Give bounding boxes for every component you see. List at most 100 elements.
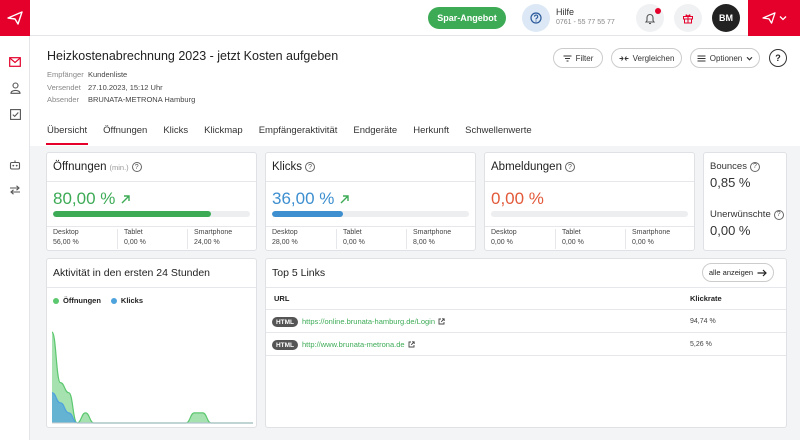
clicks-tablet: Tablet 0,00 %: [336, 229, 404, 249]
divider: [47, 226, 256, 227]
brand-menu-button[interactable]: [748, 0, 800, 36]
page-help-button[interactable]: ?: [769, 49, 787, 67]
help-button[interactable]: [522, 4, 550, 32]
divider: [266, 226, 475, 227]
help-contact[interactable]: Hilfe 0761 - 55 77 55 77: [556, 7, 615, 26]
link-url-text: http://www.brunata-metrona.de: [302, 340, 405, 349]
notification-dot: [655, 8, 661, 14]
question-icon[interactable]: ?: [773, 209, 784, 220]
device-value: 56,00 %: [53, 239, 79, 246]
paper-plane-icon: [761, 12, 776, 24]
sidebar-item-contacts[interactable]: [7, 80, 23, 96]
unsubscribes-tablet: Tablet 0,00 %: [555, 229, 623, 249]
compare-button[interactable]: Vergleichen: [611, 48, 682, 68]
clicks-value: 36,00 %: [272, 189, 350, 209]
device-value: 0,00 %: [124, 239, 146, 246]
arrow-right-icon: [757, 269, 767, 276]
external-link-icon: [438, 318, 445, 325]
unwanted-value: 0,00 %: [710, 223, 751, 238]
spar-offer-button[interactable]: Spar-Angebot: [428, 7, 506, 29]
checklist-icon: [9, 108, 21, 120]
col-url: URL: [274, 294, 290, 303]
divider: [266, 309, 786, 310]
unsubscribes-value-text: 0,00 %: [491, 189, 544, 208]
openings-title-text: Öffnungen: [53, 161, 107, 173]
tab-devices[interactable]: Endgeräte: [353, 124, 397, 146]
sidebar-item-automation[interactable]: [7, 157, 23, 173]
tab-clickmap[interactable]: Klickmap: [204, 124, 243, 146]
meta-value: BRUNATA-METRONA Hamburg: [88, 95, 196, 104]
tab-openings[interactable]: Öffnungen: [103, 124, 147, 146]
avatar[interactable]: BM: [712, 4, 740, 32]
question-icon[interactable]: ?: [564, 162, 575, 172]
divider: [485, 181, 694, 182]
legend-item-clicks[interactable]: Klicks: [110, 296, 143, 305]
filter-icon: [563, 54, 572, 62]
sidebar-item-integrations[interactable]: [7, 182, 23, 198]
unsubscribes-value: 0,00 %: [491, 189, 544, 209]
page-title: Heizkostenabrechnung 2023 - jetzt Kosten…: [47, 49, 339, 63]
filter-button[interactable]: Filter: [553, 48, 603, 68]
device-label: Desktop: [272, 229, 298, 236]
tab-origin[interactable]: Herkunft: [413, 124, 449, 146]
tab-thresholds[interactable]: Schwellenwerte: [465, 124, 532, 146]
question-icon[interactable]: ?: [305, 162, 316, 172]
device-label: Tablet: [124, 229, 143, 236]
question-icon[interactable]: ?: [749, 161, 760, 172]
tab-overview[interactable]: Übersicht: [45, 124, 89, 146]
arrow-up-right-icon: [340, 194, 350, 203]
link-url[interactable]: http://www.brunata-metrona.de: [302, 340, 415, 349]
device-value: 8,00 %: [413, 239, 435, 246]
external-link-icon: [408, 341, 415, 348]
sidebar-item-mailings[interactable]: [7, 54, 23, 70]
legend-dot: [53, 298, 59, 305]
notifications-button[interactable]: [636, 4, 664, 32]
unsubscribes-title-text: Abmeldungen: [491, 161, 562, 173]
help-phone: 0761 - 55 77 55 77: [556, 19, 615, 26]
options-button[interactable]: Optionen: [690, 48, 760, 68]
area-series-0: [52, 332, 253, 423]
robot-icon: [9, 160, 21, 170]
openings-desktop: Desktop 56,00 %: [47, 229, 115, 249]
gift-icon: [683, 14, 693, 24]
clicks-title: Klicks ?: [272, 161, 316, 173]
html-badge: HTML: [272, 317, 298, 327]
divider: [47, 287, 256, 288]
meta-label: Versendet: [47, 83, 81, 92]
tab-clicks[interactable]: Klicks: [163, 124, 188, 146]
tab-recipient-activity[interactable]: Empfängeraktivität: [259, 124, 338, 146]
unsubscribes-title: Abmeldungen ?: [491, 161, 575, 173]
link-url-text: https://online.brunata-hamburg.de/Login: [302, 317, 436, 326]
unsubscribes-desktop: Desktop 0,00 %: [485, 229, 553, 249]
openings-card: Öffnungen (min.) ? 80,00 % Desktop 56,00 …: [46, 152, 257, 251]
device-value: 0,00 %: [343, 239, 365, 246]
divider: [266, 181, 475, 182]
bounces-card: Bounces ? 0,85 % Unerwünschte ? 0,00 %: [703, 152, 787, 251]
show-all-button[interactable]: alle anzeigen: [702, 263, 774, 282]
meta-sender: Absender BRUNATA-METRONA Hamburg: [47, 95, 195, 104]
link-url[interactable]: https://online.brunata-hamburg.de/Login: [302, 317, 445, 326]
clicks-progress: [272, 211, 469, 217]
app-logo[interactable]: [0, 0, 30, 36]
bounces-title: Bounces ?: [710, 161, 760, 172]
divider: [266, 332, 786, 333]
openings-title: Öffnungen (min.) ?: [53, 161, 142, 173]
openings-value-text: 80,00 %: [53, 189, 116, 208]
show-all-label: alle anzeigen: [708, 268, 754, 277]
device-value: 28,00 %: [272, 239, 298, 246]
swap-icon: [10, 185, 20, 195]
legend-label: Öffnungen: [63, 296, 101, 305]
legend-item-openings[interactable]: Öffnungen: [53, 296, 101, 305]
chevron-down-icon: [779, 16, 786, 21]
device-value: 0,00 %: [632, 239, 654, 246]
gift-button[interactable]: [674, 4, 702, 32]
bell-icon: [644, 13, 656, 24]
divider: [485, 226, 694, 227]
question-icon[interactable]: ?: [131, 162, 142, 172]
clicks-card: Klicks ? 36,00 % Desktop 28,00 % Tablet 0,…: [265, 152, 476, 251]
sidebar-item-tasks[interactable]: [7, 106, 23, 122]
divider: [266, 355, 786, 356]
meta-value: 27.10.2023, 15:12 Uhr: [88, 83, 163, 92]
device-label: Tablet: [562, 229, 581, 236]
mail-icon: [9, 57, 21, 67]
